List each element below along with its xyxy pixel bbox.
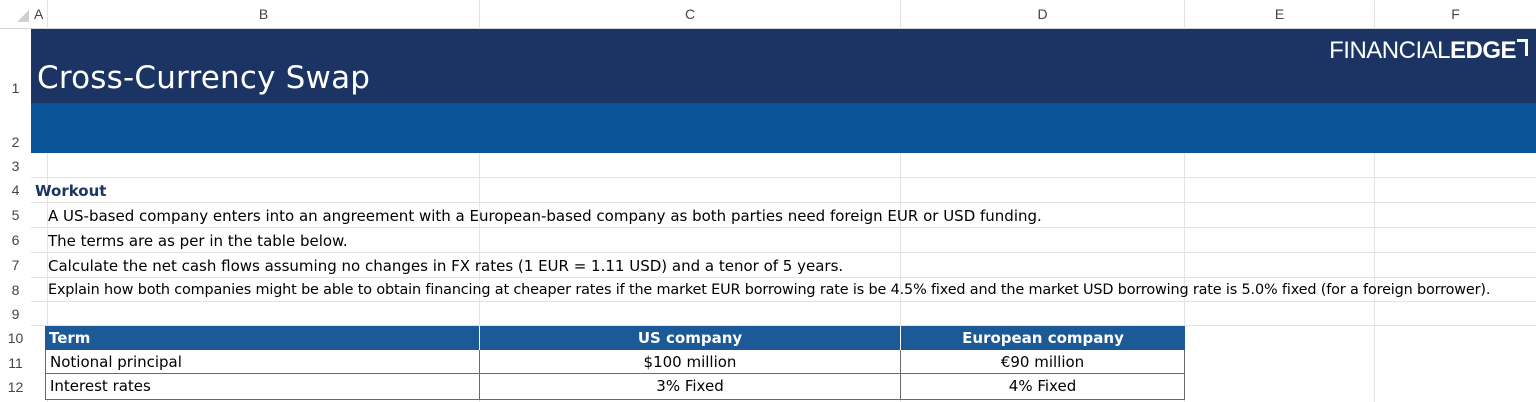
select-all-corner[interactable] xyxy=(0,0,31,28)
workout-line-1: A US-based company enters into an angree… xyxy=(48,207,1042,225)
logo-corner-icon xyxy=(1517,39,1528,56)
workout-heading: Workout xyxy=(35,182,107,200)
column-header-row: A B C D E F xyxy=(0,0,1536,29)
table-header-term: Term xyxy=(45,326,479,350)
row-header-11[interactable]: 11 xyxy=(0,355,31,375)
table-header-us: US company xyxy=(479,326,900,350)
table-cell[interactable]: 3% Fixed xyxy=(479,374,901,400)
subtitle-banner xyxy=(31,103,1536,153)
row-header-2[interactable]: 2 xyxy=(0,134,31,154)
table-cell[interactable]: 4% Fixed xyxy=(900,374,1185,400)
column-header-b[interactable]: B xyxy=(47,0,479,28)
workout-line-4: Explain how both companies might be able… xyxy=(48,282,1491,298)
page-title: Cross-Currency Swap xyxy=(37,60,371,96)
gridline xyxy=(31,277,1536,278)
column-header-a[interactable]: A xyxy=(31,0,47,28)
column-header-f[interactable]: F xyxy=(1374,0,1536,28)
row-header-9[interactable]: 9 xyxy=(0,306,31,326)
row-header-8[interactable]: 8 xyxy=(0,282,31,302)
gridline xyxy=(31,177,1536,178)
financial-edge-logo: FINANCIALEDGE xyxy=(1329,37,1528,67)
logo-text-bold: EDGE xyxy=(1449,37,1517,64)
row-header-6[interactable]: 6 xyxy=(0,232,31,252)
logo-text-thin: FINANCIAL xyxy=(1329,37,1450,64)
row-header-4[interactable]: 4 xyxy=(0,182,31,202)
row-header-5[interactable]: 5 xyxy=(0,207,31,227)
gridline xyxy=(31,202,1536,203)
table-cell[interactable]: Interest rates xyxy=(45,374,480,400)
table-header-european: European company xyxy=(900,326,1185,350)
gridline xyxy=(31,227,1536,228)
column-header-e[interactable]: E xyxy=(1184,0,1374,28)
select-all-icon xyxy=(17,10,29,22)
table-cell[interactable]: €90 million xyxy=(900,350,1185,374)
row-header-10[interactable]: 10 xyxy=(0,330,31,350)
table-cell[interactable]: Notional principal xyxy=(45,350,480,374)
workout-line-2: The terms are as per in the table below. xyxy=(48,232,348,250)
row-header-7[interactable]: 7 xyxy=(0,257,31,277)
workout-line-3: Calculate the net cash flows assuming no… xyxy=(48,257,844,275)
row-header-12[interactable]: 12 xyxy=(0,379,31,399)
gridline xyxy=(31,252,1536,253)
table-cell[interactable]: $100 million xyxy=(479,350,901,374)
row-header-1[interactable]: 1 xyxy=(0,80,31,100)
column-header-d[interactable]: D xyxy=(900,0,1184,28)
row-header-3[interactable]: 3 xyxy=(0,158,31,178)
gridline xyxy=(31,301,1536,302)
column-header-c[interactable]: C xyxy=(479,0,900,28)
